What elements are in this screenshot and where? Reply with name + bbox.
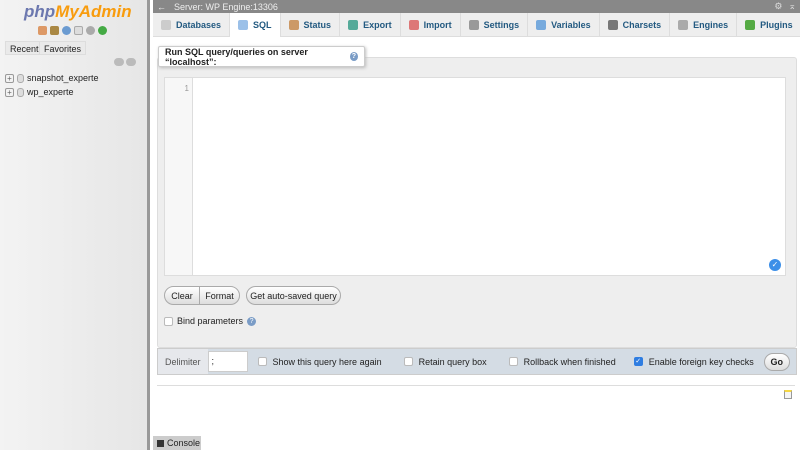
checkbox[interactable] bbox=[257, 357, 267, 366]
engines-icon bbox=[678, 20, 689, 30]
rollback-option[interactable]: Rollback when finished bbox=[508, 357, 616, 367]
gear-icon[interactable] bbox=[86, 26, 95, 35]
reload-icon[interactable] bbox=[98, 26, 107, 35]
phpmyadmin-logo[interactable]: phpMyAdmin bbox=[24, 2, 132, 22]
show-query-option[interactable]: Show this query here again bbox=[257, 357, 382, 367]
delimiter-label: Delimiter bbox=[158, 349, 208, 374]
tab-import[interactable]: Import bbox=[401, 13, 461, 37]
notepad-icon[interactable] bbox=[784, 390, 792, 399]
status-icon bbox=[288, 20, 299, 30]
database-icon bbox=[161, 20, 171, 30]
gear-icon[interactable]: ⚙ bbox=[774, 1, 782, 12]
nav-icons bbox=[38, 26, 107, 35]
charsets-icon bbox=[607, 20, 618, 30]
tab-export[interactable]: Export bbox=[340, 13, 401, 37]
checkbox-checked[interactable]: ✓ bbox=[633, 357, 643, 366]
sql-icon bbox=[238, 20, 249, 30]
database-icon bbox=[17, 73, 24, 83]
database-item[interactable]: + wp_experte bbox=[5, 87, 74, 97]
home-icon[interactable] bbox=[38, 26, 47, 35]
bind-parameters-label: Bind parameters bbox=[177, 316, 244, 326]
query-options-bar: Delimiter ; Show this query here again R… bbox=[157, 348, 797, 375]
wrench-icon bbox=[468, 20, 479, 30]
retain-query-box-option[interactable]: Retain query box bbox=[403, 357, 487, 367]
database-name[interactable]: wp_experte bbox=[27, 87, 74, 97]
server-breadcrumb[interactable]: Server: WP Engine:13306 bbox=[174, 2, 278, 12]
collapse-icon[interactable]: ⌅ bbox=[788, 1, 796, 12]
tab-engines[interactable]: Engines bbox=[670, 13, 738, 37]
help-icon[interactable]: ? bbox=[349, 52, 358, 61]
foreign-key-checks-option[interactable]: ✓ Enable foreign key checks bbox=[633, 357, 754, 367]
tab-favorites[interactable]: Favorites bbox=[39, 41, 87, 55]
docs-icon[interactable] bbox=[74, 26, 83, 35]
help-icon[interactable] bbox=[62, 26, 71, 35]
get-auto-saved-query-button[interactable]: Get auto-saved query bbox=[246, 286, 341, 305]
main-tabs: Databases SQL Status Export Import Setti… bbox=[153, 13, 800, 37]
collapse-all-icon[interactable] bbox=[114, 58, 124, 66]
delimiter-input[interactable]: ; bbox=[207, 351, 248, 372]
checkmark-icon: ✓ bbox=[769, 259, 781, 271]
database-name[interactable]: snapshot_experte bbox=[27, 73, 99, 83]
console-toggle[interactable]: Console bbox=[153, 436, 201, 450]
database-icon bbox=[17, 87, 24, 97]
variables-icon bbox=[536, 20, 547, 30]
expand-icon[interactable]: + bbox=[5, 73, 14, 83]
back-arrow-icon[interactable]: ← bbox=[157, 2, 166, 12]
help-icon[interactable]: ? bbox=[247, 316, 257, 326]
tab-status[interactable]: Status bbox=[281, 13, 341, 37]
checkbox[interactable] bbox=[508, 357, 518, 366]
tab-databases[interactable]: Databases bbox=[153, 13, 231, 37]
bind-parameters-checkbox[interactable] bbox=[164, 316, 173, 326]
server-breadcrumb-bar: ← Server: WP Engine:13306 ⚙ ⌅ bbox=[153, 0, 800, 13]
logout-icon[interactable] bbox=[50, 26, 59, 35]
fieldset-legend: Run SQL query/queries on server “localho… bbox=[158, 46, 365, 67]
divider bbox=[157, 385, 795, 386]
tab-sql[interactable]: SQL bbox=[230, 13, 281, 37]
import-icon bbox=[408, 20, 419, 30]
clear-button[interactable]: Clear bbox=[164, 286, 200, 305]
tab-charsets[interactable]: Charsets bbox=[600, 13, 671, 37]
line-number-gutter: 1 bbox=[165, 78, 193, 275]
go-button[interactable]: Go bbox=[763, 352, 790, 371]
sql-editor[interactable]: 1 ✓ bbox=[164, 77, 786, 276]
tab-variables[interactable]: Variables bbox=[528, 13, 600, 37]
console-icon bbox=[157, 439, 164, 447]
checkbox[interactable] bbox=[403, 357, 413, 366]
format-button[interactable]: Format bbox=[199, 286, 240, 305]
plugin-icon bbox=[745, 20, 756, 30]
tab-settings[interactable]: Settings bbox=[461, 13, 529, 37]
expand-icon[interactable]: + bbox=[5, 87, 14, 97]
tab-recent[interactable]: Recent bbox=[5, 41, 44, 55]
tab-plugins[interactable]: Plugins bbox=[737, 13, 800, 37]
database-item[interactable]: + snapshot_experte bbox=[5, 73, 99, 83]
navigation-sidebar: phpMyAdmin Recent Favorites + snapshot_ex… bbox=[0, 0, 150, 450]
link-icon[interactable] bbox=[126, 58, 136, 66]
export-icon bbox=[348, 20, 359, 30]
